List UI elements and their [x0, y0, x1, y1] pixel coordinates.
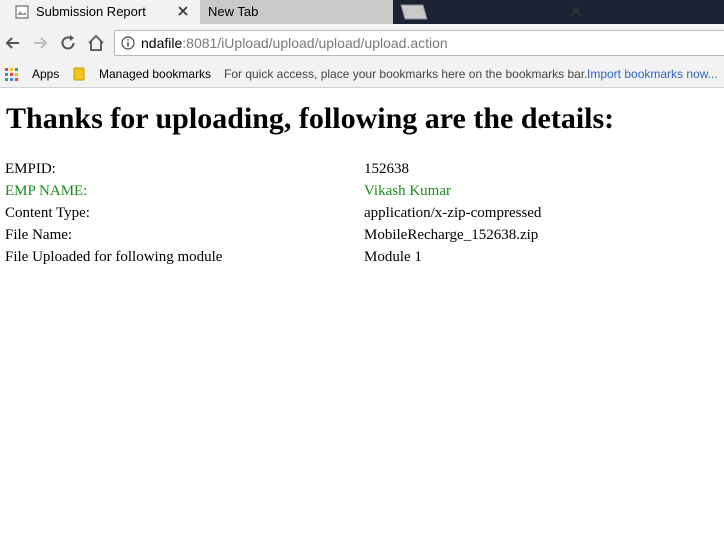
- detail-row-content-type: Content Type: application/x-zip-compress…: [5, 205, 705, 227]
- address-bar[interactable]: ndafile:8081/iUpload/upload/upload/uploa…: [114, 30, 724, 56]
- address-host: ndafile: [141, 35, 183, 51]
- home-icon[interactable]: [86, 33, 106, 53]
- detail-row-emp-name: EMP NAME: Vikash Kumar: [5, 183, 705, 205]
- close-icon[interactable]: [569, 4, 583, 18]
- detail-value: application/x-zip-compressed: [364, 205, 542, 221]
- new-tab-button[interactable]: [397, 4, 429, 20]
- forward-arrow-icon[interactable]: [30, 33, 50, 53]
- detail-value: 152638: [364, 161, 409, 177]
- detail-label: EMPID:: [5, 161, 56, 177]
- tab-strip: Submission Report New Tab: [0, 0, 724, 24]
- apps-bookmark[interactable]: Apps: [32, 67, 59, 81]
- back-arrow-icon[interactable]: [3, 33, 23, 53]
- bookmarks-hint: For quick access, place your bookmarks h…: [224, 67, 588, 81]
- import-bookmarks-link[interactable]: Import bookmarks now...: [587, 67, 718, 81]
- detail-value: Vikash Kumar: [364, 183, 451, 199]
- address-path: :8081/iUpload/upload/upload/upload.actio…: [182, 35, 448, 51]
- detail-label: File Name:: [5, 227, 73, 243]
- bookmark-folder-icon[interactable]: [73, 67, 85, 81]
- detail-row-empid: EMPID: 152638: [5, 161, 705, 183]
- tab-submission-report[interactable]: Submission Report: [0, 0, 200, 24]
- detail-label: File Uploaded for following module: [5, 249, 223, 265]
- detail-label: Content Type:: [5, 205, 90, 221]
- detail-value: Module 1: [364, 249, 422, 265]
- reload-icon[interactable]: [58, 33, 78, 53]
- managed-bookmarks[interactable]: Managed bookmarks: [99, 67, 211, 81]
- close-icon[interactable]: [176, 4, 190, 18]
- page-content: Thanks for uploading, following are the …: [0, 88, 724, 538]
- page-title: Thanks for uploading, following are the …: [6, 102, 615, 135]
- detail-row-module: File Uploaded for following module Modul…: [5, 249, 705, 271]
- detail-row-file-name: File Name: MobileRecharge_152638.zip: [5, 227, 705, 249]
- address-url[interactable]: ndafile:8081/iUpload/upload/upload/uploa…: [141, 35, 448, 51]
- detail-label: EMP NAME:: [5, 183, 88, 199]
- tab-title: Submission Report: [36, 4, 146, 19]
- tab-title: New Tab: [208, 4, 259, 19]
- tab-new-tab[interactable]: New Tab: [200, 0, 581, 24]
- document-page-icon: [15, 5, 29, 19]
- info-icon[interactable]: [121, 36, 135, 50]
- detail-value: MobileRecharge_152638.zip: [364, 227, 539, 243]
- bookmarks-bar: Apps Managed bookmarks For quick access,…: [0, 62, 724, 88]
- apps-grid-icon[interactable]: [5, 68, 18, 81]
